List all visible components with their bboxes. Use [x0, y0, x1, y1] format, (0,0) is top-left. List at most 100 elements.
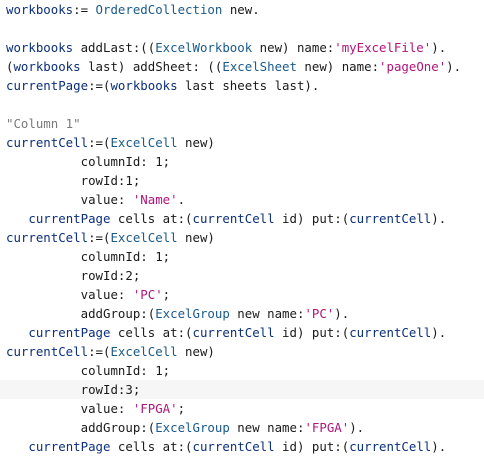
code-token: :=(	[88, 135, 111, 150]
code-token: new name:	[229, 420, 305, 435]
code-line[interactable]: currentPage cells at:(currentCell id) pu…	[6, 437, 482, 456]
code-token: ).	[431, 325, 447, 340]
code-line[interactable]: value: 'Name'.	[6, 190, 482, 209]
code-token: ).	[431, 439, 447, 454]
code-line[interactable]: currentCell:=(ExcelCell new)	[6, 228, 482, 247]
code-token: currentPage	[6, 78, 89, 93]
code-token: id) put:(	[274, 439, 350, 454]
code-token: cells at:(	[110, 211, 193, 226]
code-line[interactable]: addGroup:(ExcelGroup new name:'PC').	[6, 304, 482, 323]
code-token: new) name:	[296, 59, 380, 74]
code-token: workbooks	[13, 59, 81, 74]
code-token: ExcelGroup	[155, 306, 230, 321]
code-token: id) put:(	[274, 325, 350, 340]
code-token: columnId: 1;	[80, 154, 171, 169]
code-line[interactable]: rowId:3;	[0, 380, 484, 399]
code-token: cells at:(	[110, 325, 193, 340]
code-token: currentPage	[28, 325, 111, 340]
code-token: :=(	[88, 344, 111, 359]
code-token: new)	[177, 344, 215, 359]
code-token: 'FPGA'	[304, 420, 350, 435]
code-token: ExcelGroup	[155, 420, 230, 435]
code-token: 'myExcelFile'	[334, 40, 432, 55]
code-line[interactable]: columnId: 1;	[6, 247, 482, 266]
code-token: value:	[80, 401, 133, 416]
code-token: ).	[446, 59, 462, 74]
code-line[interactable]: addGroup:(ExcelGroup new name:'FPGA').	[6, 418, 482, 437]
code-token: .	[177, 192, 186, 207]
code-line[interactable]: value: 'FPGA';	[6, 399, 482, 418]
code-token: cells at:(	[110, 439, 193, 454]
code-token: currentCell	[349, 211, 432, 226]
code-line[interactable]: workbooks addLast:((ExcelWorkbook new) n…	[6, 38, 482, 57]
code-token: workbooks	[6, 40, 74, 55]
code-token: currentCell	[6, 344, 89, 359]
code-token: value:	[80, 192, 133, 207]
code-token: currentCell	[6, 135, 89, 150]
code-token: value:	[80, 287, 133, 302]
code-line[interactable]: currentPage:=(workbooks last sheets last…	[6, 76, 482, 95]
code-token: addLast:((	[73, 40, 156, 55]
code-token: currentCell	[349, 439, 432, 454]
code-token: ).	[431, 40, 447, 55]
code-token: OrderedCollection	[95, 2, 223, 17]
code-token: workbooks	[6, 2, 74, 17]
code-token: ExcelCell	[110, 230, 178, 245]
code-token: 'pageOne'	[379, 59, 447, 74]
code-line[interactable]: "Column 1"	[6, 114, 482, 133]
code-token: 'PC'	[304, 306, 335, 321]
code-line[interactable]: rowId:1;	[6, 171, 482, 190]
code-token: currentCell	[349, 325, 432, 340]
code-token: :=	[73, 2, 96, 17]
code-token: "Column 1"	[6, 116, 81, 131]
code-token: ExcelWorkbook	[155, 40, 253, 55]
code-token: currentPage	[28, 211, 111, 226]
code-token: ExcelCell	[110, 135, 178, 150]
code-token: currentCell	[192, 211, 275, 226]
code-token: new) name:	[252, 40, 335, 55]
code-token: :=(	[88, 230, 111, 245]
code-line[interactable]: currentPage cells at:(currentCell id) pu…	[6, 209, 482, 228]
code-line[interactable]: currentCell:=(ExcelCell new)	[6, 133, 482, 152]
code-line[interactable]: rowId:2;	[6, 266, 482, 285]
code-token: ;	[162, 287, 171, 302]
code-line[interactable]: columnId: 1;	[6, 152, 482, 171]
code-line[interactable]	[6, 19, 482, 38]
code-token: ExcelSheet	[222, 59, 297, 74]
code-token: last) addSheet: ((	[80, 59, 223, 74]
code-token: 'Name'	[132, 192, 178, 207]
code-token: :=(	[88, 78, 111, 93]
code-token: currentPage	[28, 439, 111, 454]
code-token: addGroup:(	[80, 420, 156, 435]
code-editor[interactable]: workbooks:= OrderedCollection new. workb…	[0, 0, 484, 456]
code-line[interactable]: currentCell:=(ExcelCell new)	[6, 342, 482, 361]
code-token: addGroup:(	[80, 306, 156, 321]
code-token: 'FPGA'	[132, 401, 178, 416]
code-line[interactable]: currentPage cells at:(currentCell id) pu…	[6, 323, 482, 342]
code-token: currentCell	[192, 325, 275, 340]
code-token: last sheets last).	[177, 78, 320, 93]
code-line[interactable]	[6, 95, 482, 114]
code-token: columnId: 1;	[80, 363, 171, 378]
code-token: rowId:1;	[80, 173, 141, 188]
code-token: ExcelCell	[110, 344, 178, 359]
code-token: rowId:3;	[80, 382, 141, 397]
code-line[interactable]: columnId: 1;	[6, 361, 482, 380]
code-token: new)	[177, 230, 215, 245]
code-token: new name:	[229, 306, 305, 321]
code-token: currentCell	[192, 439, 275, 454]
code-token: ;	[177, 401, 186, 416]
code-line[interactable]: workbooks:= OrderedCollection new.	[6, 0, 482, 19]
code-line[interactable]: value: 'PC';	[6, 285, 482, 304]
code-line[interactable]: (workbooks last) addSheet: ((ExcelSheet …	[6, 57, 482, 76]
